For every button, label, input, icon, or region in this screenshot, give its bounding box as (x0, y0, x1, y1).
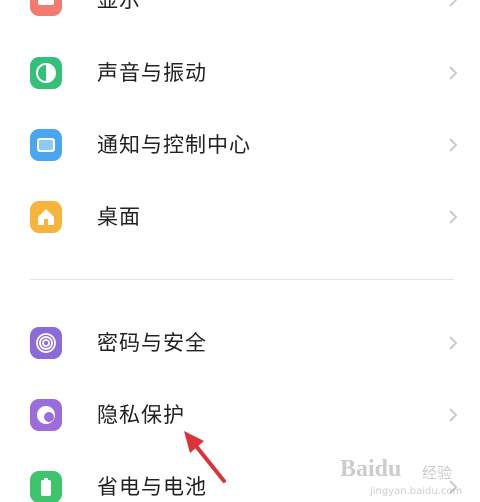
watermark-url: jingyan.baidu.com (370, 486, 463, 497)
baidu-watermark: Baidu 经验 jingyan.baidu.com (340, 448, 462, 502)
settings-item-desktop[interactable]: 桌面 (0, 189, 480, 245)
settings-item-password-security[interactable]: 密码与安全 (0, 315, 480, 371)
settings-item-label: 通知与控制中心 (97, 133, 251, 157)
notification-icon (30, 129, 62, 161)
privacy-icon (30, 399, 62, 431)
settings-item-label: 声音与振动 (97, 61, 207, 85)
settings-item-display[interactable]: 显示 (0, 0, 480, 28)
annotation-arrow-icon (184, 431, 226, 483)
fingerprint-icon (30, 327, 62, 359)
settings-screen: 显示 声音与振动 通知与控制中心 桌面 密码与安全 隐私保护 省电与电池 Bai… (0, 0, 480, 502)
settings-item-label: 显示 (97, 0, 141, 12)
chevron-right-icon (449, 408, 458, 422)
chevron-right-icon (449, 210, 458, 224)
battery-icon (30, 471, 62, 502)
chevron-right-icon (449, 138, 458, 152)
watermark-suffix: 经验 (422, 464, 453, 482)
home-icon (30, 201, 62, 233)
settings-item-label: 桌面 (97, 205, 141, 229)
settings-item-label: 密码与安全 (97, 331, 207, 355)
chevron-right-icon (449, 336, 458, 350)
watermark-brand: Baidu (340, 456, 402, 482)
chevron-right-icon (449, 0, 458, 7)
section-divider (30, 279, 454, 280)
chevron-right-icon (449, 66, 458, 80)
sound-icon (30, 57, 62, 89)
settings-item-privacy-protection[interactable]: 隐私保护 (0, 387, 480, 443)
settings-item-notification-control-center[interactable]: 通知与控制中心 (0, 117, 480, 173)
display-icon (30, 0, 62, 16)
settings-item-sound-vibration[interactable]: 声音与振动 (0, 45, 480, 101)
